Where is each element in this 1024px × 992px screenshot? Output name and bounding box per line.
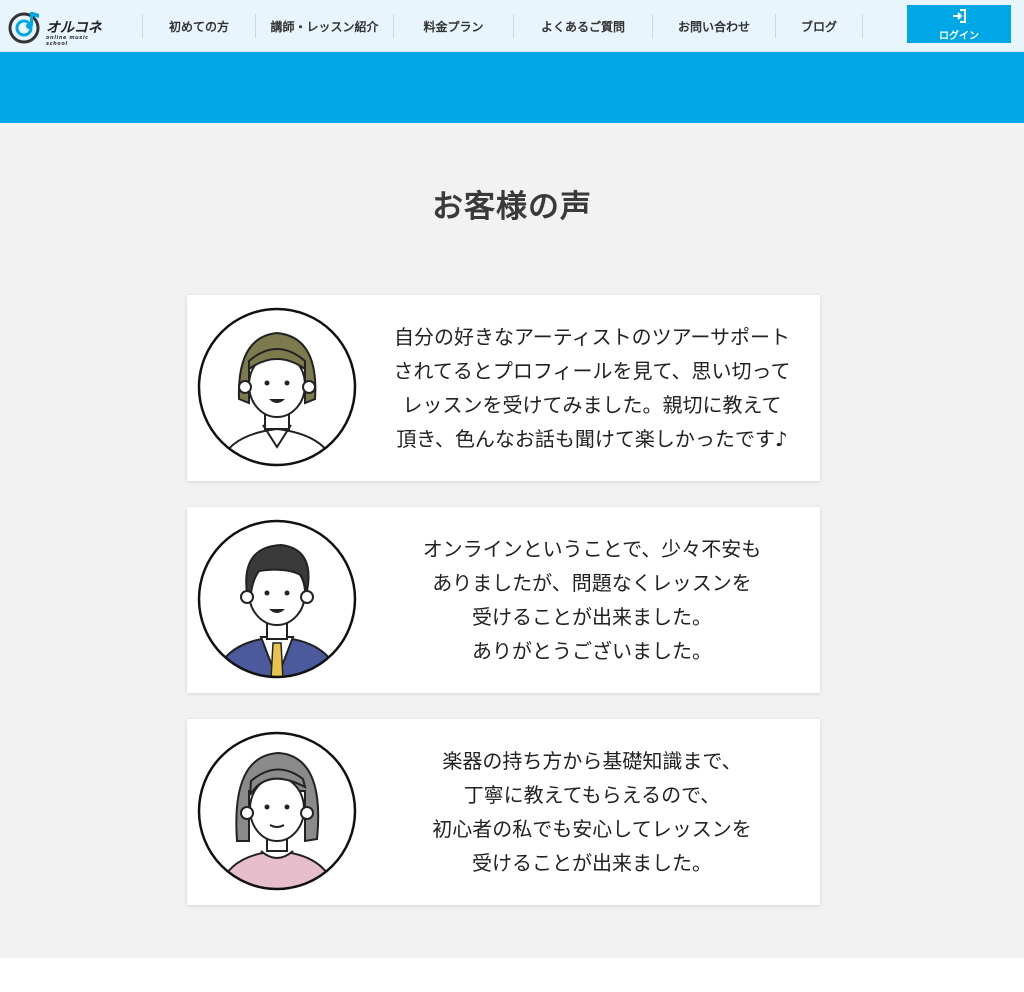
testimonial-line: されてるとプロフィールを見て、思い切って <box>393 359 791 383</box>
testimonial-line: ありましたが、問題なくレッスンを <box>432 571 752 595</box>
testimonials-section: お客様の声 自分の好きなアーティストのツアーサポート されてるとプロフィールを見… <box>0 123 1024 958</box>
testimonial-line: 初心者の私でも安心してレッスンを <box>432 817 752 841</box>
testimonial-line: 自分の好きなアーティストのツアーサポート <box>394 325 790 349</box>
testimonial-line: 楽器の持ち方から基礎知識まで、 <box>442 749 742 773</box>
avatar-woman-gray-hair-icon <box>197 731 357 891</box>
section-title: お客様の声 <box>432 189 592 225</box>
testimonial-line: レッスンを受けてみました。親切に教えて <box>402 393 782 417</box>
testimonial-card-1: 自分の好きなアーティストのツアーサポート されてるとプロフィールを見て、思い切っ… <box>187 295 820 481</box>
testimonial-line: ありがとうございました。 <box>472 639 712 663</box>
avatar-man-suit-icon <box>197 519 357 679</box>
nav-teachers[interactable]: 講師・レッスン紹介 <box>255 14 393 38</box>
nav-blog[interactable]: ブログ <box>775 14 863 38</box>
testimonial-line: 受けることが出来ました。 <box>472 605 712 629</box>
hero-banner <box>0 52 1024 123</box>
testimonial-line: オンラインということで、少々不安も <box>422 537 762 561</box>
login-label: ログイン <box>939 31 979 42</box>
nav-faq[interactable]: よくあるご質問 <box>513 14 652 38</box>
logo[interactable]: オルコネ online music school <box>8 8 108 47</box>
testimonial-line: 受けることが出来ました。 <box>472 851 712 875</box>
nav-first-time[interactable]: 初めての方 <box>142 14 255 38</box>
logo-text: オルコネ <box>46 20 102 36</box>
main-nav: 初めての方 講師・レッスン紹介 料金プラン よくあるご質問 お問い合わせ ブログ <box>142 14 863 38</box>
nav-pricing[interactable]: 料金プラン <box>393 14 513 38</box>
testimonial-text-2: オンラインということで、少々不安も ありましたが、問題なくレッスンを 受けること… <box>367 507 817 693</box>
testimonial-card-3: 楽器の持ち方から基礎知識まで、 丁寧に教えてもらえるので、 初心者の私でも安心し… <box>187 719 820 905</box>
testimonial-text-1: 自分の好きなアーティストのツアーサポート されてるとプロフィールを見て、思い切っ… <box>367 295 817 481</box>
login-icon <box>953 9 966 23</box>
testimonial-card-2: オンラインということで、少々不安も ありましたが、問題なくレッスンを 受けること… <box>187 507 820 693</box>
site-header: オルコネ online music school 初めての方 講師・レッスン紹介… <box>0 0 1024 52</box>
logo-subtitle: online music school <box>46 35 89 47</box>
testimonial-line: 頂き、色んなお話も聞けて楽しかったです♪ <box>396 427 788 451</box>
login-button[interactable]: ログイン <box>907 5 1011 43</box>
nav-contact[interactable]: お問い合わせ <box>652 14 775 38</box>
avatar-short-bob-icon <box>197 307 357 467</box>
logo-icon <box>8 12 40 44</box>
testimonial-line: 丁寧に教えてもらえるので、 <box>463 783 721 807</box>
testimonial-text-3: 楽器の持ち方から基礎知識まで、 丁寧に教えてもらえるので、 初心者の私でも安心し… <box>367 719 817 905</box>
